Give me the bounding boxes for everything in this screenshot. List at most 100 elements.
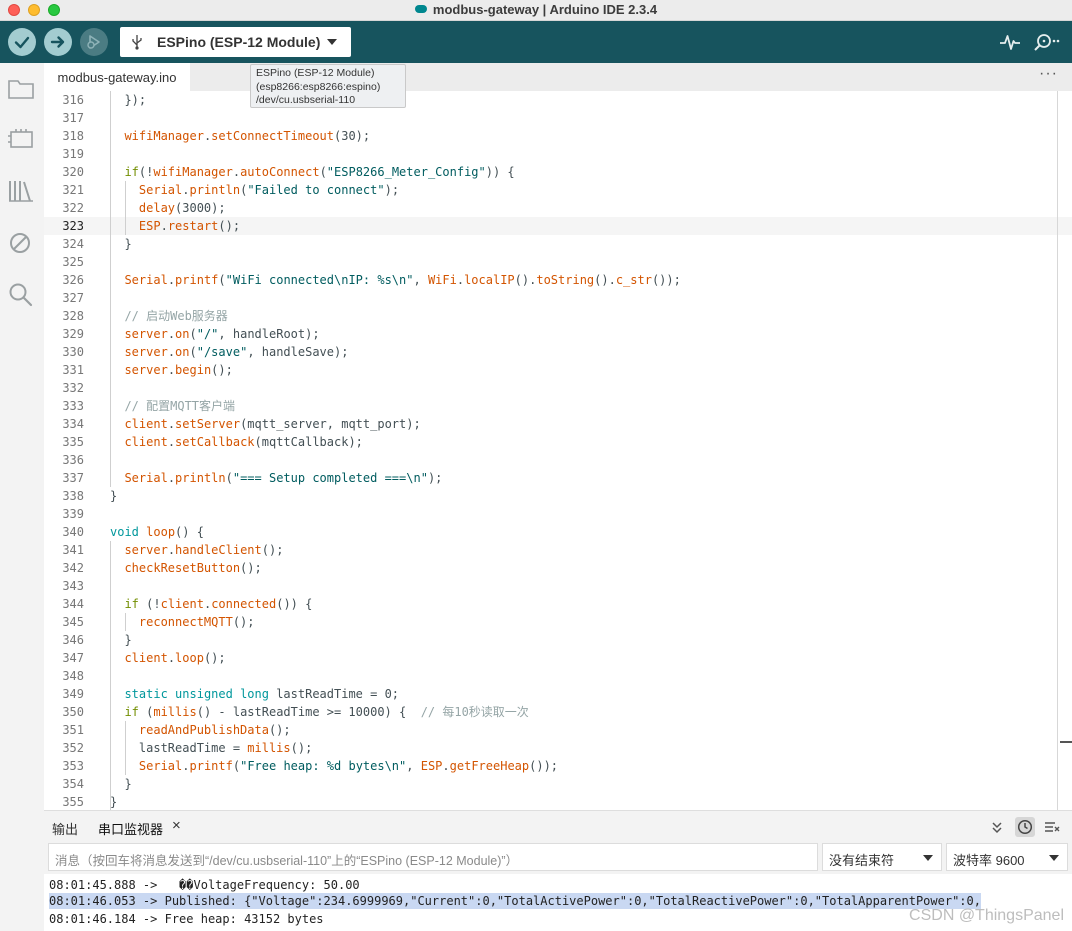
collapse-panel-button[interactable] <box>987 817 1007 837</box>
baud-rate-select[interactable]: 波特率 9600 <box>946 843 1068 871</box>
code-line[interactable]: 351 readAndPublishData(); <box>44 721 1072 739</box>
code-text: checkResetButton(); <box>124 561 262 575</box>
line-number: 350 <box>62 705 84 719</box>
debug-button[interactable] <box>80 28 108 56</box>
indent-guide <box>110 541 111 810</box>
line-number: 335 <box>62 435 84 449</box>
code-line[interactable]: 340 void loop() { <box>44 523 1072 541</box>
editor-scrollbar-track[interactable] <box>1057 91 1058 810</box>
baud-rate-value: 波特率 9600 <box>953 853 1025 868</box>
code-line[interactable]: 319 <box>44 145 1072 163</box>
code-line[interactable]: 350 if (millis() - lastReadTime >= 10000… <box>44 703 1072 721</box>
library-manager-button[interactable] <box>7 177 35 205</box>
code-line[interactable]: 333 // 配置MQTT客户端 <box>44 397 1072 415</box>
upload-button[interactable] <box>44 28 72 56</box>
code-text: }); <box>110 93 147 107</box>
debug-panel-button[interactable] <box>7 229 35 257</box>
code-line[interactable]: 355} <box>44 793 1072 810</box>
code-line[interactable]: 339 <box>44 505 1072 523</box>
code-text: client.setServer(mqtt_server, mqtt_port)… <box>124 417 421 431</box>
serial-monitor-button[interactable] <box>1032 32 1060 57</box>
code-line[interactable]: 337 Serial.println("=== Setup completed … <box>44 469 1072 487</box>
code-line[interactable]: 342 checkResetButton(); <box>44 559 1072 577</box>
code-line[interactable]: 329 server.on("/", handleRoot); <box>44 325 1072 343</box>
code-line[interactable]: 335 client.setCallback(mqttCallback); <box>44 433 1072 451</box>
code-text: lastReadTime = millis(); <box>110 741 313 755</box>
code-line[interactable]: 346 } <box>44 631 1072 649</box>
serial-message-input[interactable]: 消息（按回车将消息发送到“/dev/cu.usbserial-110”上的“ES… <box>48 843 818 871</box>
code-text: readAndPublishData(); <box>138 723 291 737</box>
line-ending-select[interactable]: 没有结束符 <box>822 843 942 871</box>
search-button[interactable] <box>7 281 35 309</box>
code-text: client.loop(); <box>124 651 226 665</box>
code-line[interactable]: 328 // 启动Web服务器 <box>44 307 1072 325</box>
line-number: 326 <box>62 273 84 287</box>
more-actions-icon[interactable]: ··· <box>1039 65 1058 83</box>
code-line[interactable]: 347 client.loop(); <box>44 649 1072 667</box>
line-number: 323 <box>62 219 84 233</box>
indent-guide <box>125 721 126 775</box>
serial-plotter-button[interactable] <box>999 32 1021 57</box>
code-line[interactable]: 331 server.begin(); <box>44 361 1072 379</box>
code-line[interactable]: 321 Serial.println("Failed to connect"); <box>44 181 1072 199</box>
code-line[interactable]: 338} <box>44 487 1072 505</box>
code-line[interactable]: 326 Serial.printf("WiFi connected\nIP: %… <box>44 271 1072 289</box>
line-number: 319 <box>62 147 84 161</box>
code-line[interactable]: 352 lastReadTime = millis(); <box>44 739 1072 757</box>
code-line[interactable]: 341 server.handleClient(); <box>44 541 1072 559</box>
serial-output[interactable]: 08:01:45.888 -> ��VoltageFrequency: 50.0… <box>44 874 1072 931</box>
code-line[interactable]: 318 wifiManager.setConnectTimeout(30); <box>44 127 1072 145</box>
line-number: 336 <box>62 453 84 467</box>
tab-output[interactable]: 输出 <box>52 819 78 838</box>
line-number: 333 <box>62 399 84 413</box>
code-line[interactable]: 348 <box>44 667 1072 685</box>
tab-serial-monitor[interactable]: 串口监视器 <box>98 819 163 838</box>
code-line[interactable]: 336 <box>44 451 1072 469</box>
clear-output-button[interactable] <box>1042 817 1062 837</box>
code-line[interactable]: 330 server.on("/save", handleSave); <box>44 343 1072 361</box>
code-text: if (millis() - lastReadTime >= 10000) { … <box>124 705 529 719</box>
code-line[interactable]: 349 static unsigned long lastReadTime = … <box>44 685 1072 703</box>
code-line[interactable]: 344 if (!client.connected()) { <box>44 595 1072 613</box>
tab-modbus-gateway[interactable]: modbus-gateway.ino <box>44 63 190 91</box>
window-title: modbus-gateway | Arduino IDE 2.3.4 <box>432 2 658 17</box>
close-serial-monitor-icon[interactable]: × <box>172 817 181 834</box>
arduino-icon <box>414 5 427 13</box>
code-line[interactable]: 353 Serial.printf("Free heap: %d bytes\n… <box>44 757 1072 775</box>
code-line[interactable]: 327 <box>44 289 1072 307</box>
code-line[interactable]: 322 delay(3000); <box>44 199 1072 217</box>
code-line[interactable]: 332 <box>44 379 1072 397</box>
verify-button[interactable] <box>8 28 36 56</box>
code-editor[interactable]: 316 }); 317 318 wifiManager.setConnectTime… <box>44 91 1072 810</box>
double-chevron-down-icon <box>992 822 1002 834</box>
line-number: 354 <box>62 777 84 791</box>
code-line[interactable]: 325 <box>44 253 1072 271</box>
folder-icon <box>8 80 34 99</box>
line-number: 322 <box>62 201 84 215</box>
code-text: Serial.println("=== Setup completed ===\… <box>124 471 443 485</box>
code-line[interactable]: 345 reconnectMQTT(); <box>44 613 1072 631</box>
line-number: 339 <box>62 507 84 521</box>
line-number: 325 <box>62 255 84 269</box>
code-line[interactable]: 354 } <box>44 775 1072 793</box>
code-line[interactable]: 323 ESP.restart(); <box>44 217 1072 235</box>
line-number: 344 <box>62 597 84 611</box>
code-line[interactable]: 316 }); <box>44 91 1072 109</box>
line-number: 324 <box>62 237 84 251</box>
code-line[interactable]: 334 client.setServer(mqtt_server, mqtt_p… <box>44 415 1072 433</box>
boards-manager-button[interactable] <box>7 125 35 153</box>
sketchbook-button[interactable] <box>7 75 35 103</box>
code-line[interactable]: 343 <box>44 577 1072 595</box>
code-text: } <box>110 777 132 791</box>
board-selector[interactable]: ESPino (ESP-12 Module) <box>120 27 351 57</box>
line-number: 349 <box>62 687 84 701</box>
code-text: void loop() { <box>110 525 204 539</box>
editor-scroll-thumb[interactable] <box>1060 741 1072 743</box>
toggle-timestamp-button[interactable] <box>1015 817 1035 837</box>
code-line[interactable]: 317 <box>44 109 1072 127</box>
code-line[interactable]: 324 } <box>44 235 1072 253</box>
code-line[interactable]: 320 if(!wifiManager.autoConnect("ESP8266… <box>44 163 1072 181</box>
line-number: 327 <box>62 291 84 305</box>
activity-sidebar <box>0 63 45 931</box>
line-number: 353 <box>62 759 84 773</box>
